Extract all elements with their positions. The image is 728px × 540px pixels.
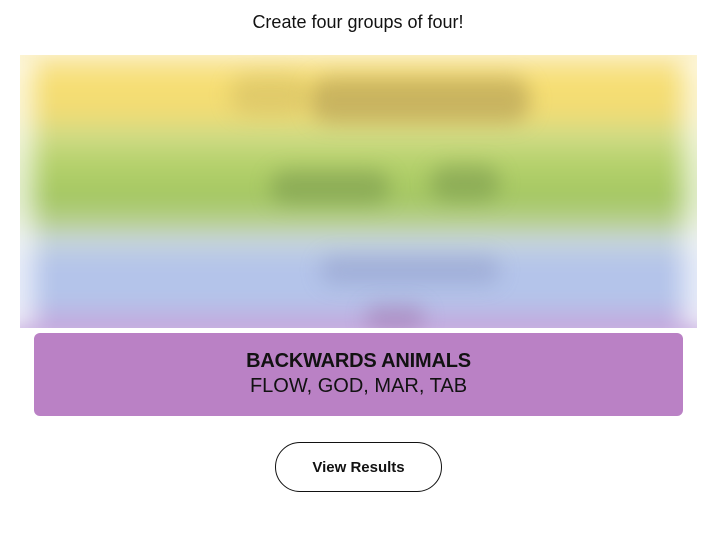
- group-category-title: BACKWARDS ANIMALS: [246, 350, 471, 372]
- blur-edge-fade: [667, 55, 697, 328]
- blurred-text-smudge: [270, 170, 390, 204]
- group-words: FLOW, GOD, MAR, TAB: [249, 375, 468, 397]
- blurred-text-smudge: [310, 77, 530, 123]
- blur-edge-fade: [20, 55, 50, 328]
- solved-group-purple: BACKWARDS ANIMALS FLOW, GOD, MAR, TAB: [34, 333, 683, 416]
- view-results-button[interactable]: View Results: [275, 442, 442, 492]
- blurred-text-smudge: [430, 165, 500, 201]
- blurred-text-smudge: [230, 75, 310, 115]
- blurred-text-smudge: [320, 255, 500, 285]
- game-instructions: Create four groups of four!: [252, 12, 464, 32]
- blurred-text-smudge: [365, 305, 425, 328]
- blurred-solved-groups: [20, 55, 697, 328]
